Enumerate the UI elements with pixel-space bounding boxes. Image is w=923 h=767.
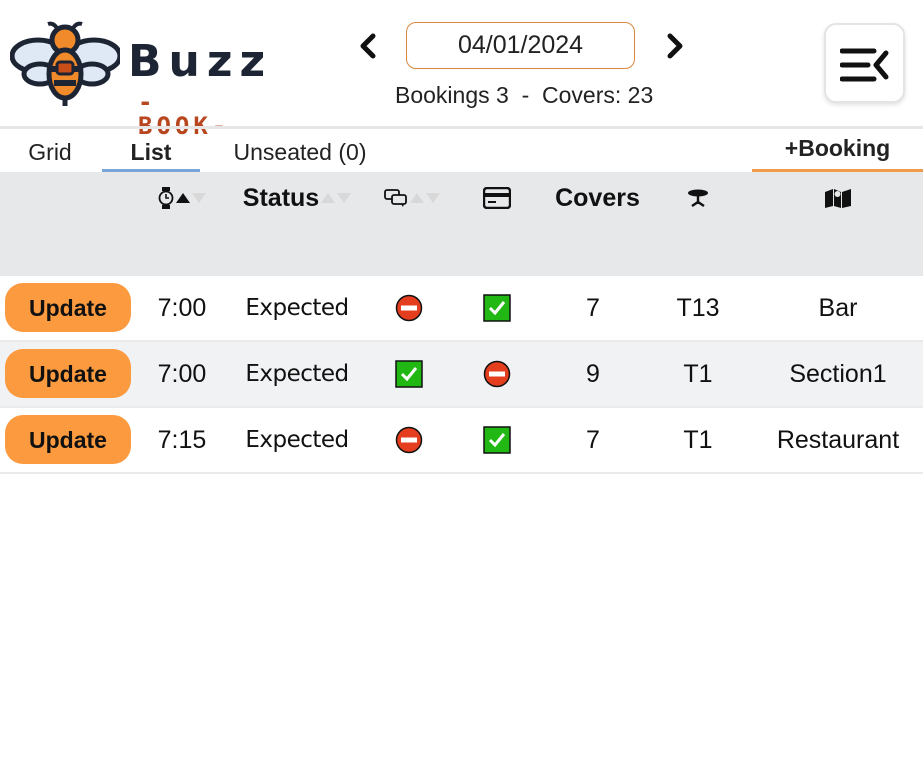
area-cell: Section1	[789, 359, 887, 388]
header-status-label: Status	[242, 183, 320, 212]
table-cell: T1	[683, 425, 713, 454]
menu-collapse-icon	[840, 48, 889, 82]
area-cell: Bar	[818, 293, 858, 322]
area-cell: Restaurant	[776, 425, 900, 454]
tab-list[interactable]: List	[102, 129, 200, 172]
table-cell: T13	[676, 293, 720, 322]
no-entry-icon	[395, 426, 423, 454]
row-divider	[0, 472, 923, 474]
status-cell: Expected	[245, 361, 349, 387]
no-entry-icon	[483, 360, 511, 388]
table-header: Status Covers	[0, 172, 923, 276]
header-area[interactable]	[758, 178, 918, 218]
header-notes[interactable]	[372, 178, 452, 218]
time-cell: 7:15	[157, 425, 207, 454]
watch-icon	[158, 187, 174, 209]
bee-icon	[10, 21, 120, 106]
header-covers[interactable]: Covers	[545, 178, 650, 218]
payment-cell[interactable]	[460, 408, 534, 472]
booking-summary: Bookings 3 - Covers: 23	[395, 82, 654, 108]
credit-card-icon	[483, 187, 511, 209]
status-cell: Expected	[245, 295, 349, 321]
table-row: Update 7:00 Expected 9 T1 Section1	[0, 342, 923, 406]
checkmark-icon	[483, 294, 511, 322]
view-tabs: Grid List Unseated (0) +Booking	[0, 129, 923, 172]
table-row: Update 7:00 Expected 7 T13 Bar	[0, 276, 923, 340]
covers-cell: 7	[586, 293, 600, 322]
previous-day-button[interactable]	[353, 30, 383, 62]
notes-cell[interactable]	[372, 342, 446, 406]
checkmark-icon	[395, 360, 423, 388]
sort-indicator[interactable]	[321, 193, 352, 203]
payment-cell[interactable]	[460, 342, 534, 406]
notes-cell[interactable]	[372, 408, 446, 472]
menu-button[interactable]	[824, 23, 905, 103]
status-cell: Expected	[245, 427, 349, 453]
table-cell: T1	[683, 359, 713, 388]
no-entry-icon	[395, 294, 423, 322]
sort-indicator[interactable]	[410, 193, 440, 203]
buzzbook-logo[interactable]: Buzz -BOOK-	[10, 18, 265, 138]
checkmark-icon	[483, 426, 511, 454]
sort-indicator[interactable]	[176, 193, 206, 203]
time-cell: 7:00	[157, 293, 207, 322]
update-button[interactable]: Update	[5, 283, 131, 332]
payment-cell[interactable]	[460, 276, 534, 340]
tab-unseated[interactable]: Unseated (0)	[220, 129, 380, 172]
header-payment[interactable]	[460, 178, 534, 218]
header-time[interactable]	[140, 178, 224, 218]
chat-icon	[384, 189, 407, 207]
table-icon	[688, 189, 708, 207]
update-button[interactable]: Update	[5, 415, 131, 464]
app-header: Buzz -BOOK- 04/01/2024 Bookings 3 - Cove…	[0, 0, 923, 138]
notes-cell[interactable]	[372, 276, 446, 340]
covers-cell: 7	[586, 425, 600, 454]
tab-grid[interactable]: Grid	[0, 129, 100, 172]
table-row: Update 7:15 Expected 7 T1 Restaurant	[0, 408, 923, 472]
update-button[interactable]: Update	[5, 349, 131, 398]
covers-cell: 9	[586, 359, 600, 388]
add-booking-button[interactable]: +Booking	[752, 129, 923, 172]
time-cell: 7:00	[157, 359, 207, 388]
header-table[interactable]	[660, 178, 736, 218]
chevron-right-icon	[667, 33, 683, 59]
next-day-button[interactable]	[660, 30, 690, 62]
date-picker[interactable]: 04/01/2024	[406, 22, 635, 69]
logo-word: Buzz	[128, 36, 273, 87]
map-icon	[825, 189, 851, 208]
header-status[interactable]: Status	[232, 178, 362, 218]
chevron-left-icon	[360, 33, 376, 59]
